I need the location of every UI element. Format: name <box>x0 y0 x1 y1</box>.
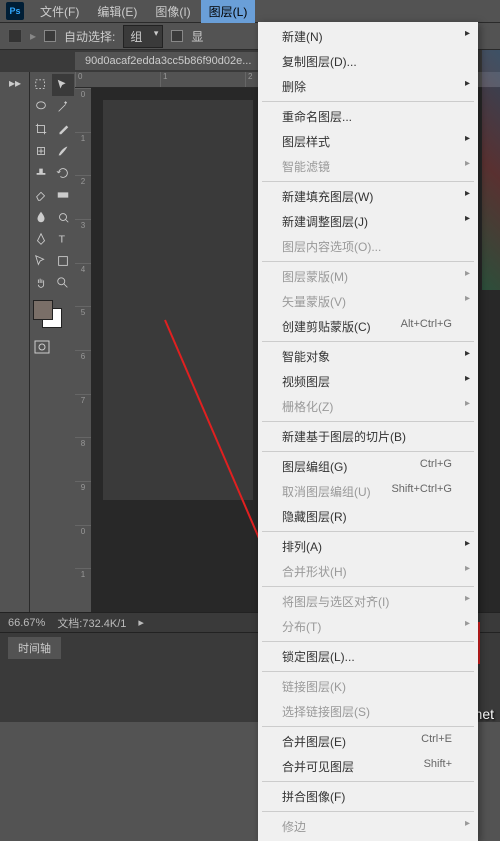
menu-item: 修边 <box>258 814 478 839</box>
menu-item[interactable]: 排列(A) <box>258 534 478 559</box>
selection-tool-icon[interactable] <box>30 74 52 96</box>
move-tool-icon[interactable] <box>8 29 22 43</box>
menu-item[interactable]: 拼合图像(F) <box>258 784 478 809</box>
shape-tool-icon[interactable] <box>52 250 74 272</box>
menu-item[interactable]: 创建剪贴蒙版(C)Alt+Ctrl+G <box>258 314 478 339</box>
menu-item: 取消图层编组(U)Shift+Ctrl+G <box>258 479 478 504</box>
menu-item: 选择链接图层(S) <box>258 699 478 724</box>
heal-tool-icon[interactable] <box>30 140 52 162</box>
menu-item: 矢量蒙版(V) <box>258 289 478 314</box>
menu-image[interactable]: 图像(I) <box>147 0 198 23</box>
expand-icon[interactable]: ▸▸ <box>0 72 30 94</box>
brush-tool-icon[interactable] <box>52 140 74 162</box>
layer-menu: 新建(N)复制图层(D)...删除重命名图层...图层样式智能滤镜新建填充图层(… <box>258 22 478 841</box>
blur-tool-icon[interactable] <box>30 206 52 228</box>
menu-item: 图层蒙版(M) <box>258 264 478 289</box>
pen-tool-icon[interactable] <box>30 228 52 250</box>
menu-item: 链接图层(K) <box>258 674 478 699</box>
quickmask-icon[interactable] <box>30 340 75 357</box>
menu-item[interactable]: 新建填充图层(W) <box>258 184 478 209</box>
menu-item[interactable]: 智能对象 <box>258 344 478 369</box>
menu-edit[interactable]: 编辑(E) <box>89 0 145 23</box>
menu-item[interactable]: 新建调整图层(J) <box>258 209 478 234</box>
left-panel-strip: ▸▸ <box>0 72 30 612</box>
color-swatches[interactable] <box>30 300 75 332</box>
zoom-level[interactable]: 66.67% <box>8 617 45 629</box>
menu-item[interactable]: 重命名图层... <box>258 104 478 129</box>
svg-text:T: T <box>59 234 66 246</box>
app-logo: Ps <box>6 2 24 20</box>
crop-tool-icon[interactable] <box>30 118 52 140</box>
menu-item: 分布(T) <box>258 614 478 639</box>
path-tool-icon[interactable] <box>30 250 52 272</box>
move-tool-icon[interactable] <box>52 74 74 96</box>
history-brush-icon[interactable] <box>52 162 74 184</box>
menu-item[interactable]: 视频图层 <box>258 369 478 394</box>
eyedropper-tool-icon[interactable] <box>52 118 74 140</box>
menu-item: 智能滤镜 <box>258 154 478 179</box>
menu-item[interactable]: 复制图层(D)... <box>258 49 478 74</box>
menu-item: 图层内容选项(O)... <box>258 234 478 259</box>
menu-item[interactable]: 新建基于图层的切片(B) <box>258 424 478 449</box>
lasso-tool-icon[interactable] <box>30 96 52 118</box>
menubar: Ps 文件(F) 编辑(E) 图像(I) 图层(L) <box>0 0 500 22</box>
wand-tool-icon[interactable] <box>52 96 74 118</box>
auto-select-checkbox[interactable] <box>44 30 56 42</box>
menu-item: 合并形状(H) <box>258 559 478 584</box>
menu-item[interactable]: 新建(N) <box>258 24 478 49</box>
auto-select-label: 自动选择: <box>64 28 115 45</box>
group-dropdown[interactable]: 组 <box>123 25 163 48</box>
canvas[interactable] <box>103 100 253 500</box>
hand-tool-icon[interactable] <box>30 272 52 294</box>
menu-item[interactable]: 锁定图层(L)... <box>258 644 478 669</box>
menu-item[interactable]: 合并可见图层Shift+ <box>258 754 478 779</box>
foreground-swatch[interactable] <box>33 300 53 320</box>
menu-item[interactable]: 合并图层(E)Ctrl+E <box>258 729 478 754</box>
eraser-tool-icon[interactable] <box>30 184 52 206</box>
menu-layer[interactable]: 图层(L) <box>201 0 256 23</box>
background-image-edge <box>482 50 500 290</box>
menu-item: 将图层与选区对齐(I) <box>258 589 478 614</box>
document-tab[interactable]: 90d0acaf2edda3cc5b86f90d02e... <box>75 52 261 70</box>
show-checkbox[interactable] <box>171 30 183 42</box>
menu-item: 栅格化(Z) <box>258 394 478 419</box>
menu-item[interactable]: 隐藏图层(R) <box>258 504 478 529</box>
menu-item[interactable]: 图层编组(G)Ctrl+G <box>258 454 478 479</box>
tools-panel: T <box>30 72 75 612</box>
menu-file[interactable]: 文件(F) <box>32 0 87 23</box>
menu-item[interactable]: 图层样式 <box>258 129 478 154</box>
type-tool-icon[interactable]: T <box>52 228 74 250</box>
show-label: 显 <box>191 28 203 45</box>
menu-item[interactable]: 删除 <box>258 74 478 99</box>
dodge-tool-icon[interactable] <box>52 206 74 228</box>
ruler-vertical: 012345678901 <box>75 88 91 612</box>
zoom-tool-icon[interactable] <box>52 272 74 294</box>
gradient-tool-icon[interactable] <box>52 184 74 206</box>
timeline-tab[interactable]: 时间轴 <box>8 637 61 659</box>
stamp-tool-icon[interactable] <box>30 162 52 184</box>
